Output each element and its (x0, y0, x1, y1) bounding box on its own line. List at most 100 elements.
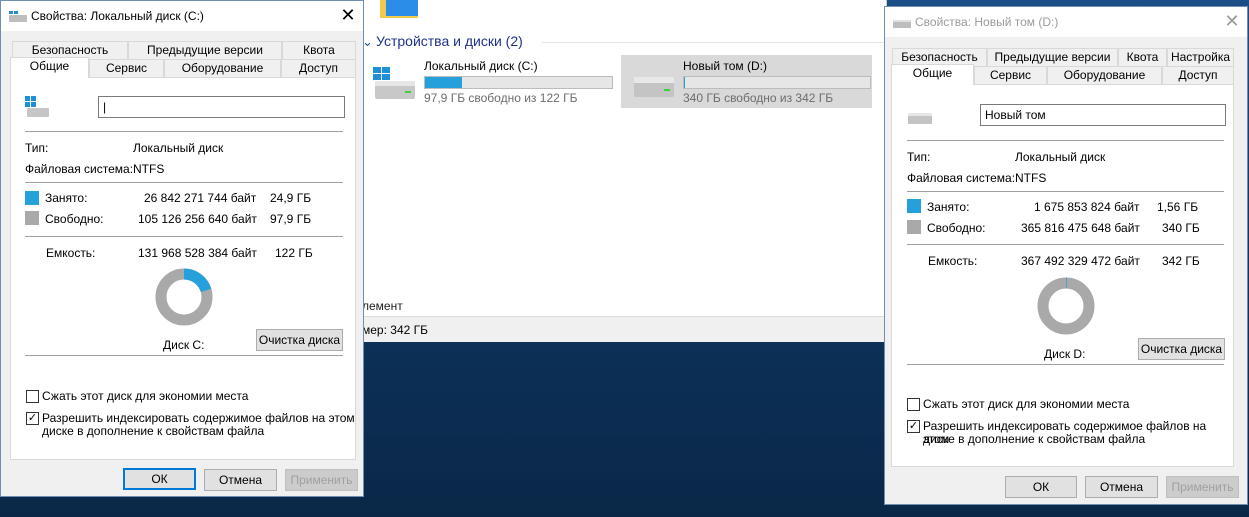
drive-free-text: 340 ГБ свободно из 342 ГБ (683, 91, 834, 105)
used-bytes: 26 842 271 744 байт (144, 191, 257, 205)
disk-label: Диск D: (1044, 347, 1086, 361)
capacity-label: Емкость: (46, 246, 96, 260)
title-bar[interactable]: Свойства: Новый том (D:) ✕ (885, 7, 1247, 37)
ok-button[interactable]: ОК (123, 468, 196, 490)
disk-cleanup-button[interactable]: Очистка диска (1138, 338, 1225, 360)
tab-hardware[interactable]: Оборудование (1047, 66, 1162, 84)
tab-quota[interactable]: Квота (282, 41, 356, 59)
used-size: 1,56 ГБ (1157, 200, 1199, 214)
system-drive-icon (25, 96, 49, 117)
free-label: Свободно: (45, 212, 104, 226)
apply-button[interactable]: Применить (285, 469, 358, 491)
volume-name-input[interactable]: Новый том (980, 104, 1226, 126)
type-label: Тип: (25, 141, 49, 155)
free-bytes: 105 126 256 640 байт (138, 212, 257, 226)
used-size: 24,9 ГБ (270, 191, 312, 205)
drive-name: Новый том (D:) (683, 59, 767, 73)
system-drive-icon (373, 67, 415, 99)
tab-previous-versions[interactable]: Предыдущие версии (987, 48, 1118, 66)
filesystem-value: NTFS (133, 162, 165, 176)
drive-icon (908, 113, 932, 124)
separator (25, 182, 343, 183)
tab-service[interactable]: Сервис (89, 59, 164, 77)
volume-name-value: Новый том (985, 108, 1046, 122)
compress-label: Сжать этот диск для экономии места (42, 389, 249, 403)
free-space-slice (1037, 277, 1095, 335)
drive-icon (634, 77, 674, 97)
cancel-button[interactable]: Отмена (204, 469, 277, 491)
separator (25, 236, 343, 237)
elements-count-fragment: лемент (362, 299, 403, 313)
capacity-size: 122 ГБ (275, 246, 313, 260)
tab-hardware[interactable]: Оборудование (164, 59, 281, 77)
tab-sharing[interactable]: Доступ (1162, 66, 1234, 84)
drive-tile-d[interactable]: Новый том (D:) 340 ГБ свободно из 342 ГБ (621, 55, 872, 108)
devices-section-header[interactable]: ⌄ Устройства и диски (2) (362, 33, 887, 51)
index-checkbox[interactable]: ✓ (907, 420, 920, 433)
properties-dialog-d: Свойства: Новый том (D:) ✕ Безопасность … (884, 6, 1248, 505)
capacity-label: Емкость: (928, 254, 978, 268)
tab-customize[interactable]: Настройка (1167, 48, 1234, 66)
close-button[interactable]: ✕ (333, 1, 363, 31)
type-label: Тип: (907, 150, 931, 164)
tab-service[interactable]: Сервис (974, 66, 1047, 84)
section-divider (542, 42, 887, 43)
drive-usage-fill (684, 77, 685, 88)
tab-general[interactable]: Общие (891, 64, 974, 85)
window-title: Свойства: Локальный диск (C:) (31, 9, 204, 23)
filesystem-label: Файловая система: (907, 171, 1016, 185)
apply-button[interactable]: Применить (1166, 476, 1239, 498)
devices-section-title: Устройства и диски (2) (376, 33, 523, 49)
separator (25, 355, 343, 356)
volume-name-input[interactable]: | (98, 96, 345, 118)
drive-name: Локальный диск (C:) (424, 59, 538, 73)
close-button[interactable]: ✕ (1217, 7, 1247, 37)
usage-donut-chart (1037, 277, 1095, 335)
free-size: 97,9 ГБ (270, 212, 312, 226)
free-color-swatch (907, 220, 921, 234)
text-cursor: | (103, 100, 107, 114)
properties-dialog-c: Свойства: Локальный диск (C:) ✕ Безопасн… (0, 0, 364, 497)
tab-general[interactable]: Общие (10, 57, 89, 78)
usage-donut-chart (155, 268, 213, 326)
explorer-window: ⌄ Устройства и диски (2) Локальный диск … (362, 0, 887, 342)
index-label-line2: диске в дополнение к свойствам файла (42, 424, 265, 438)
tab-sharing[interactable]: Доступ (281, 59, 356, 77)
separator (907, 244, 1224, 245)
disk-label: Диск C: (163, 338, 205, 352)
used-bytes: 1 675 853 824 байт (1034, 200, 1140, 214)
drive-free-text: 97,9 ГБ свободно из 122 ГБ (424, 91, 578, 105)
window-title: Свойства: Новый том (D:) (915, 15, 1059, 29)
drive-usage-bar (683, 76, 871, 89)
folder-icon (380, 0, 418, 18)
title-bar[interactable]: Свойства: Локальный диск (C:) ✕ (1, 1, 363, 31)
free-label: Свободно: (927, 221, 986, 235)
separator (25, 131, 343, 132)
compress-checkbox[interactable] (907, 398, 920, 411)
capacity-bytes: 131 968 528 384 байт (138, 246, 257, 260)
index-checkbox[interactable]: ✓ (26, 412, 39, 425)
disk-cleanup-button[interactable]: Очистка диска (256, 329, 343, 351)
tab-quota[interactable]: Квота (1118, 48, 1167, 66)
type-value: Локальный диск (1015, 150, 1106, 164)
status-text: мер: 342 ГБ (362, 323, 428, 337)
drive-tile-c[interactable]: Локальный диск (C:) 97,9 ГБ свободно из … (362, 55, 620, 108)
ok-button[interactable]: ОК (1005, 476, 1077, 498)
status-bar: мер: 342 ГБ (362, 316, 887, 342)
cancel-button[interactable]: Отмена (1085, 476, 1158, 498)
separator (907, 364, 1224, 365)
used-label: Занято: (927, 200, 970, 214)
compress-label: Сжать этот диск для экономии места (923, 397, 1130, 411)
used-color-swatch (907, 199, 921, 213)
used-color-swatch (25, 191, 39, 205)
general-tab-panel: Новый том Тип: Локальный диск Файловая с… (891, 84, 1234, 467)
compress-checkbox[interactable] (26, 390, 39, 403)
drive-icon (893, 20, 911, 28)
drive-icon (9, 11, 27, 22)
type-value: Локальный диск (133, 141, 224, 155)
capacity-bytes: 367 492 329 472 байт (1021, 254, 1140, 268)
free-color-swatch (25, 211, 39, 225)
index-label-line2: диске в дополнение к свойствам файла (923, 432, 1146, 446)
tab-previous-versions[interactable]: Предыдущие версии (128, 41, 282, 59)
capacity-size: 342 ГБ (1162, 254, 1200, 268)
